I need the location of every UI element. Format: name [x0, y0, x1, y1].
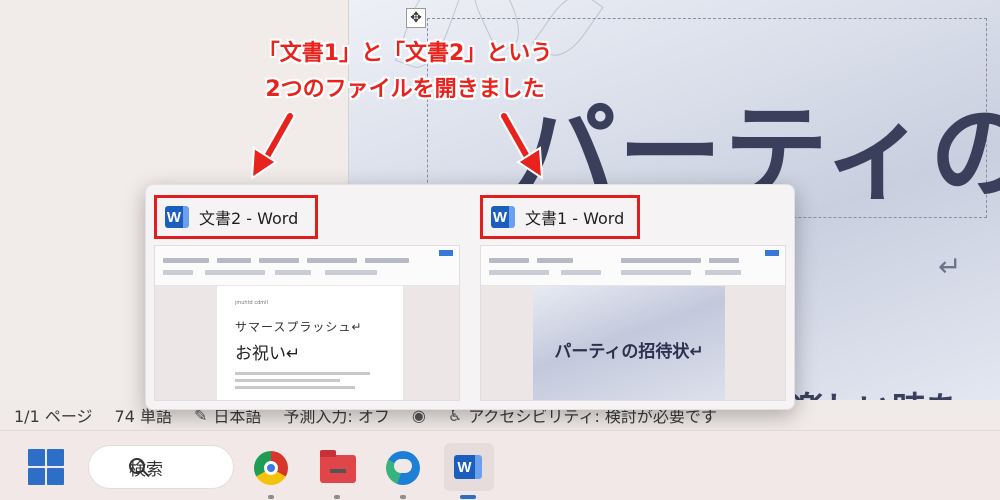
taskbar-edge[interactable] [380, 445, 426, 499]
mini-page: jmuhtd cdmll サマースプラッシュ↵ お祝い↵ [217, 286, 403, 400]
mini-heading-line1: サマースプラッシュ↵ [235, 320, 363, 334]
move-handle-icon[interactable]: ✥ [406, 8, 426, 28]
running-indicator [268, 495, 274, 499]
preview-thumbnail-doc2[interactable]: jmuhtd cdmll サマースプラッシュ↵ お祝い↵ [154, 245, 460, 401]
preview-window-doc2[interactable]: W 文書2 - Word jmuhtd cdmll サマースプラッシュ↵ お祝い… [150, 193, 460, 405]
mini-page: パーティの招待状↵ [533, 286, 725, 400]
annotation-line-2: 2つのファイルを開きました [265, 77, 545, 102]
taskbar-search-box[interactable]: 検索 [88, 445, 234, 489]
mini-ribbon [155, 246, 459, 286]
word-icon: W [165, 206, 189, 228]
mini-document-area: パーティの招待状↵ [481, 286, 785, 400]
annotation-arrow-right [499, 112, 544, 180]
preview-header-doc1[interactable]: W 文書1 - Word [480, 195, 640, 239]
mini-ribbon [481, 246, 785, 286]
annotation-arrow-left [250, 112, 295, 180]
search-icon [129, 458, 145, 474]
preview-window-doc1[interactable]: W 文書1 - Word パーティの招待状↵ [476, 193, 786, 405]
page-count[interactable]: 1/1 ページ [14, 403, 93, 427]
preview-header-doc2[interactable]: W 文書2 - Word [154, 195, 318, 239]
file-explorer-icon [320, 450, 356, 483]
mini-document-area: jmuhtd cdmll サマースプラッシュ↵ お祝い↵ [155, 286, 459, 400]
taskbar-word[interactable]: W [444, 443, 494, 499]
word-icon: W [491, 206, 515, 228]
mini-small-text: jmuhtd cdmll [235, 300, 268, 306]
running-indicator [334, 495, 340, 499]
word-icon: W [454, 455, 482, 479]
mini-text-lines [235, 372, 385, 389]
taskbar-file-explorer[interactable] [314, 445, 360, 499]
annotation-text: 「文書1」と「文書2」という 2つのファイルを開きました [190, 36, 620, 108]
annotation-line-1: 「文書1」と「文書2」という [257, 41, 553, 66]
start-button[interactable] [28, 449, 64, 485]
mini-heading-line2: お祝い↵ [235, 344, 301, 364]
taskbar-chrome[interactable] [248, 445, 294, 499]
active-indicator [460, 495, 476, 499]
taskbar: 検索 W [0, 430, 1000, 500]
preview-thumbnail-doc1[interactable]: パーティの招待状↵ [480, 245, 786, 401]
taskbar-preview-popup: W 文書2 - Word jmuhtd cdmll サマースプラッシュ↵ お祝い… [145, 184, 795, 410]
preview-title-doc2: 文書2 - Word [199, 209, 299, 228]
mini-invitation-title: パーティの招待状↵ [554, 341, 704, 362]
paragraph-mark: ↵ [938, 250, 962, 283]
running-indicator [400, 495, 406, 499]
preview-title-doc1: 文書1 - Word [525, 209, 625, 228]
